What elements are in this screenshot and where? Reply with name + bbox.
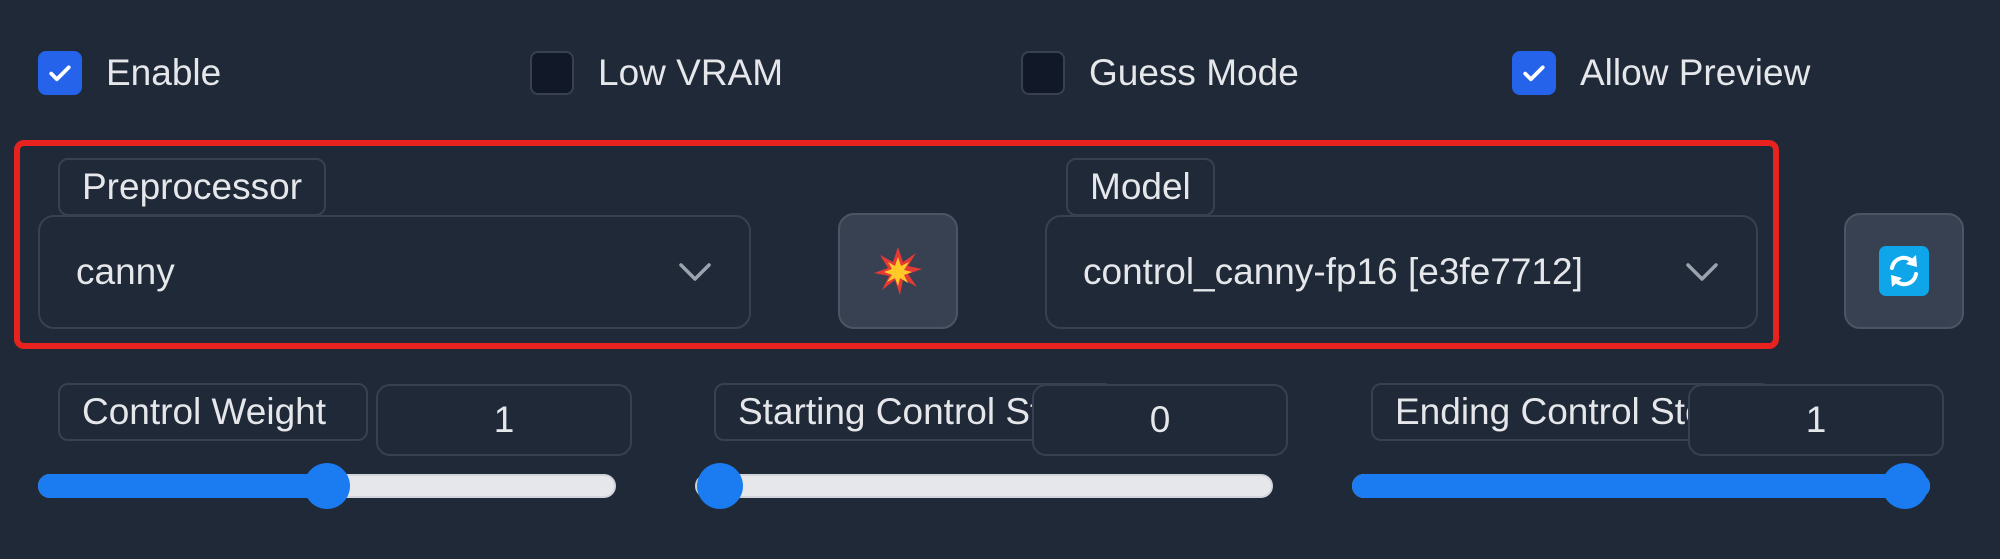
controlnet-panel: Enable Low VRAM Guess Mode Allow Preview… <box>0 0 2000 559</box>
control-weight-slider[interactable] <box>38 463 616 509</box>
control-weight-label: Control Weight <box>58 383 368 441</box>
ending-control-step-slider-thumb[interactable] <box>1882 463 1928 509</box>
enable-checkbox[interactable] <box>38 51 82 95</box>
starting-control-step-input[interactable]: 0 <box>1032 384 1288 456</box>
explosion-icon <box>874 247 922 295</box>
ending-control-step-slider[interactable] <box>1352 463 1930 509</box>
checkmark-icon <box>1523 65 1545 82</box>
low-vram-checkbox[interactable] <box>530 51 574 95</box>
enable-checkbox-row[interactable]: Enable <box>38 48 221 98</box>
starting-control-step-slider[interactable] <box>695 463 1273 509</box>
guess-mode-label: Guess Mode <box>1089 52 1299 93</box>
ending-control-step-input[interactable]: 1 <box>1688 384 1944 456</box>
starting-control-step-slider-thumb[interactable] <box>697 463 743 509</box>
enable-label: Enable <box>106 52 222 93</box>
guess-mode-checkbox-row[interactable]: Guess Mode <box>1021 48 1299 98</box>
low-vram-label: Low VRAM <box>598 52 784 93</box>
preprocessor-dropdown[interactable]: canny <box>38 215 751 329</box>
control-weight-slider-fill <box>38 474 327 498</box>
chevron-down-icon <box>679 263 711 281</box>
allow-preview-label: Allow Preview <box>1580 52 1811 93</box>
control-weight-input[interactable]: 1 <box>376 384 632 456</box>
control-weight-slider-thumb[interactable] <box>304 463 350 509</box>
allow-preview-checkbox-row[interactable]: Allow Preview <box>1512 48 1810 98</box>
guess-mode-checkbox[interactable] <box>1021 51 1065 95</box>
run-preprocessor-button[interactable] <box>838 213 958 329</box>
refresh-models-button[interactable] <box>1844 213 1964 329</box>
refresh-icon <box>1879 246 1929 296</box>
allow-preview-checkbox[interactable] <box>1512 51 1556 95</box>
ending-control-step-slider-fill <box>1352 474 1930 498</box>
model-label: Model <box>1066 158 1215 216</box>
chevron-down-icon <box>1686 263 1718 281</box>
preprocessor-value: canny <box>76 251 175 292</box>
preprocessor-label: Preprocessor <box>58 158 327 216</box>
low-vram-checkbox-row[interactable]: Low VRAM <box>530 48 783 98</box>
model-value: control_canny-fp16 [e3fe7712] <box>1083 251 1583 292</box>
model-dropdown[interactable]: control_canny-fp16 [e3fe7712] <box>1045 215 1758 329</box>
checkmark-icon <box>49 65 71 82</box>
